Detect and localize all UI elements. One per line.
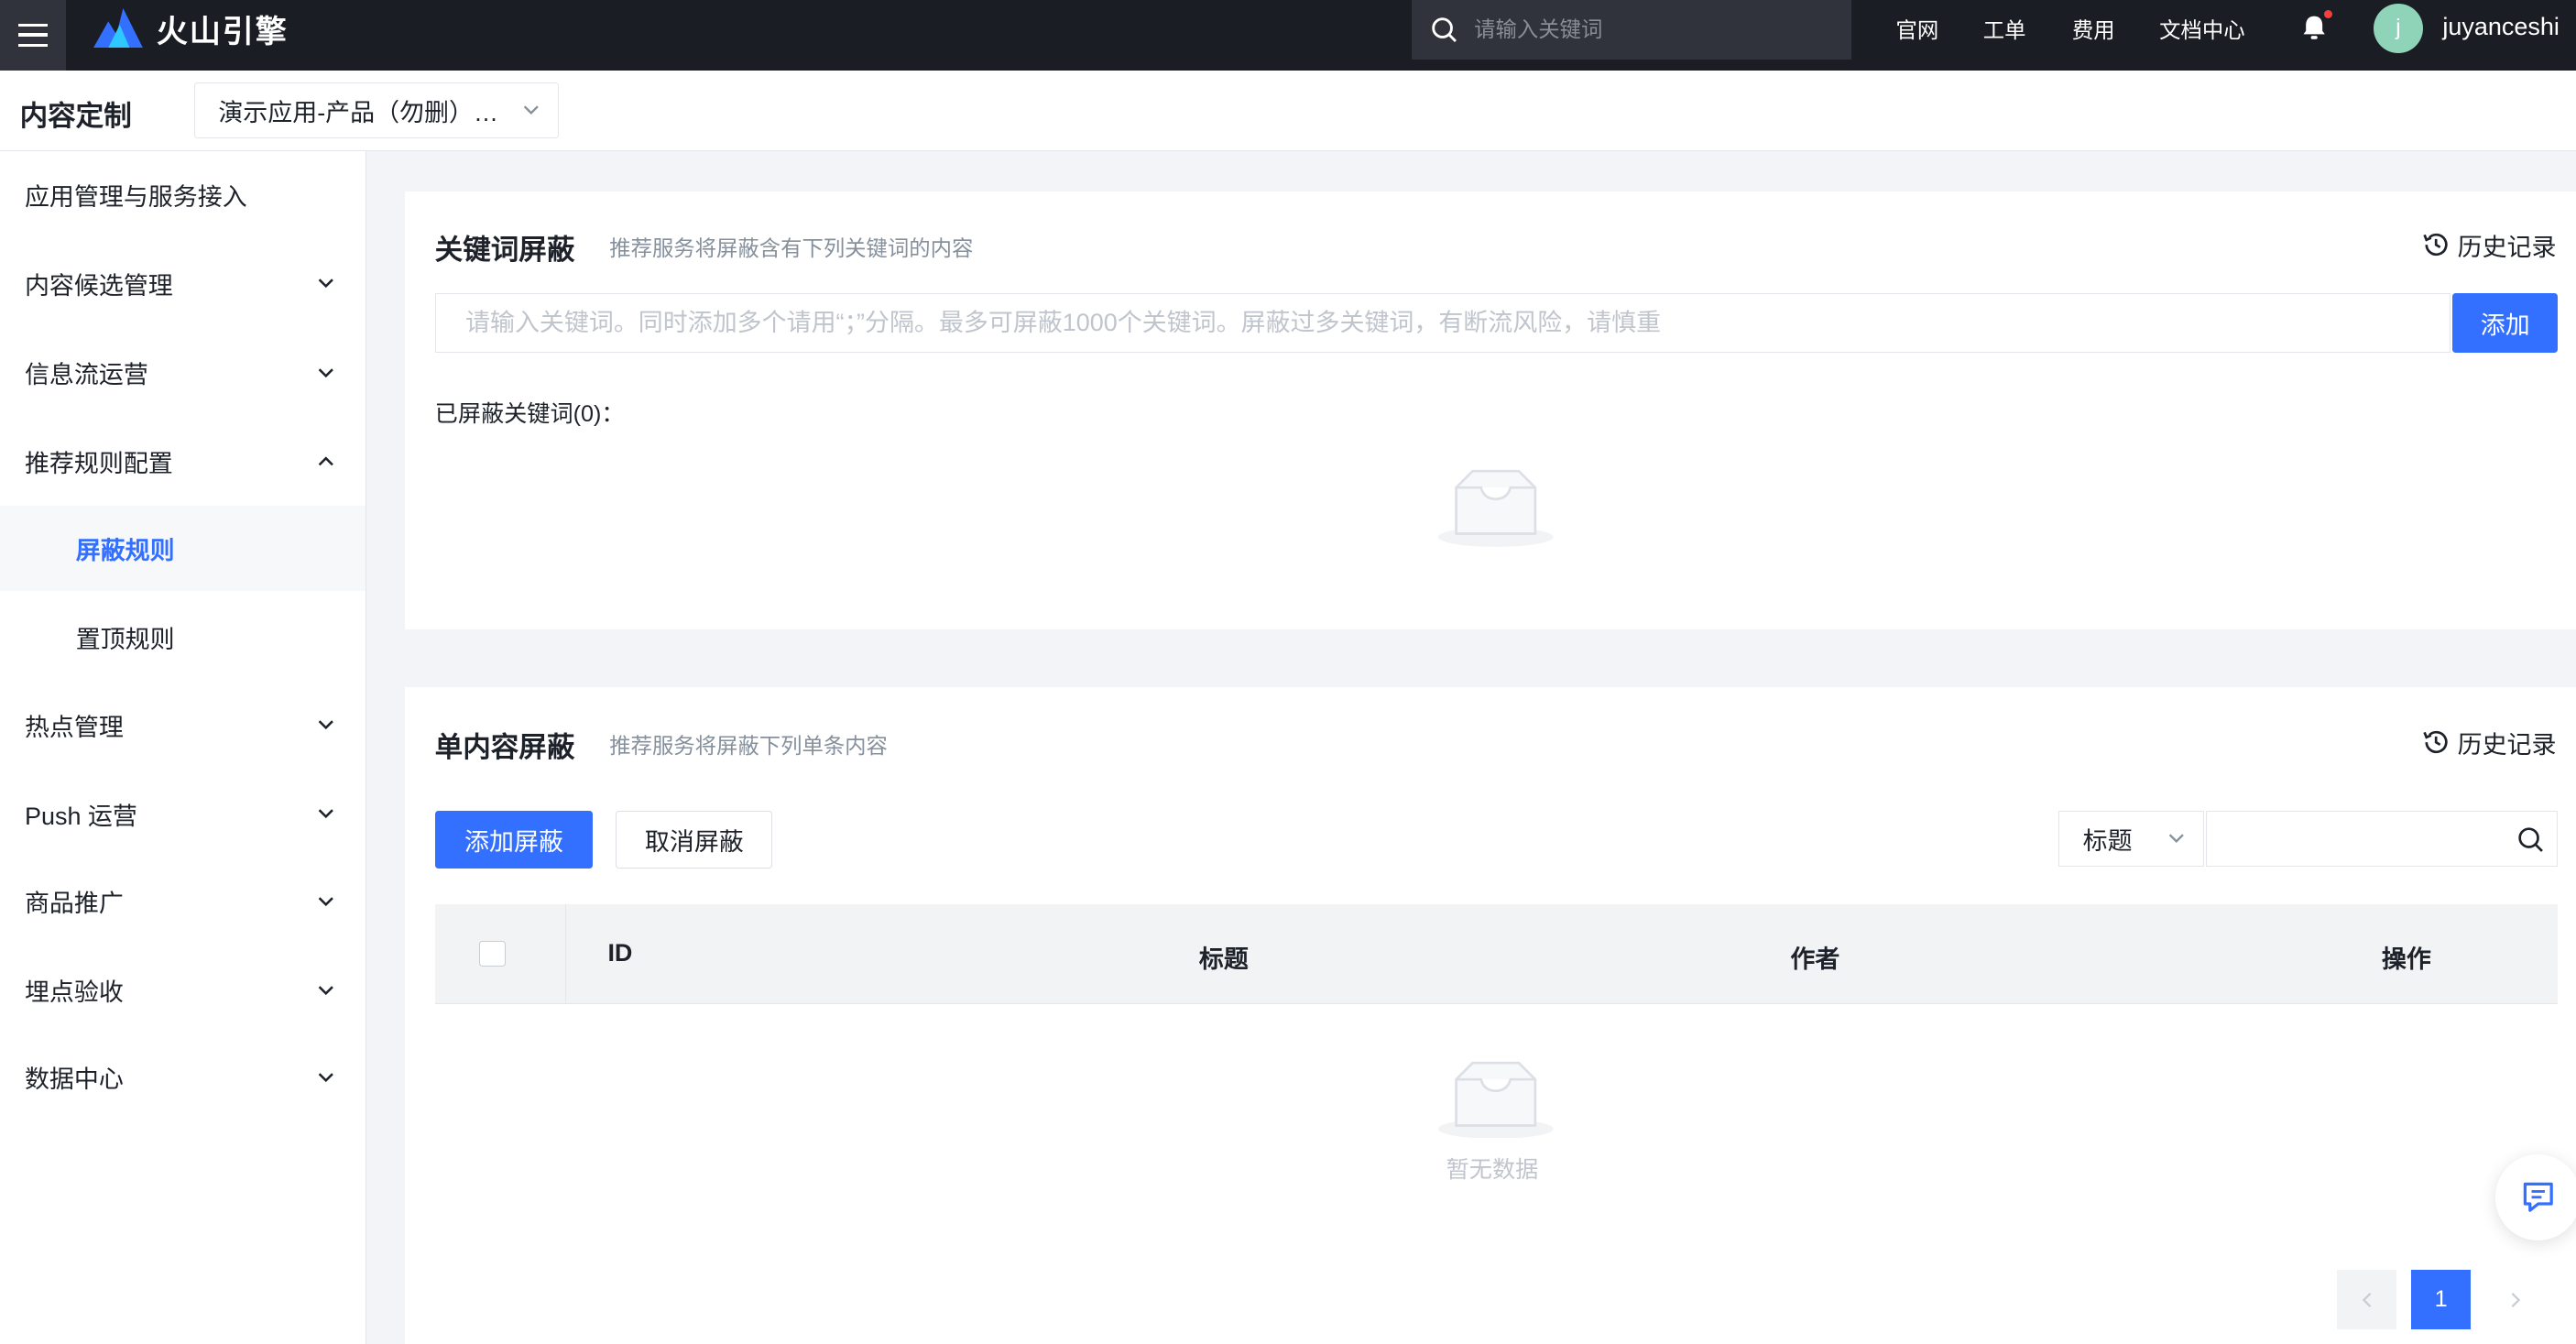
column-id[interactable]: ID — [607, 939, 632, 967]
sidebar-item-app-management[interactable]: 应用管理与服务接入 — [0, 151, 366, 236]
menu-icon — [17, 24, 49, 48]
chevron-down-icon — [318, 367, 334, 377]
sidebar-item-block-rules[interactable]: 屏蔽规则 — [0, 505, 366, 592]
global-search-input[interactable] — [1470, 16, 1807, 44]
sidebar-item-push[interactable]: Push 运营 — [0, 770, 366, 856]
filter-field-select[interactable]: 标题 — [2058, 810, 2204, 867]
filter-search-input[interactable] — [2205, 810, 2559, 867]
logo-text: 火山引擎 — [156, 14, 289, 49]
column-title[interactable]: 标题 — [1199, 939, 1249, 975]
sidebar-item-label: 屏蔽规则 — [75, 537, 175, 565]
sidebar-item-hotspot[interactable]: 热点管理 — [0, 682, 366, 767]
select-all-checkbox[interactable] — [479, 940, 506, 967]
history-icon — [2423, 234, 2448, 257]
chevron-down-icon — [318, 720, 334, 730]
chevron-up-icon — [318, 456, 334, 465]
feedback-button[interactable] — [2494, 1154, 2576, 1240]
sidebar-item-label: Push 运营 — [24, 802, 137, 830]
avatar[interactable]: j — [2373, 3, 2423, 53]
add-keyword-button[interactable]: 添加 — [2452, 293, 2559, 353]
sidebar-item-label: 推荐规则配置 — [24, 449, 173, 477]
pagination-prev[interactable] — [2337, 1270, 2397, 1329]
empty-inbox-icon — [1437, 469, 1554, 547]
sub-header: 内容定制 演示应用-产品（勿删）… — [0, 71, 2576, 151]
link-work-order[interactable]: 工单 — [1983, 13, 2026, 44]
chat-icon — [2523, 1183, 2553, 1213]
keyword-card-title: 关键词屏蔽 — [434, 235, 575, 267]
hamburger-menu-button[interactable] — [0, 0, 66, 71]
empty-inbox-icon — [1437, 1061, 1554, 1139]
empty-state-text: 暂无数据 — [1446, 1156, 1539, 1183]
global-search[interactable] — [1411, 0, 1851, 60]
chevron-down-icon — [318, 986, 334, 995]
keyword-block-card: 关键词屏蔽 推荐服务将屏蔽含有下列关键词的内容 历史记录 添加 已屏蔽关键词(0… — [405, 191, 2576, 629]
chevron-down-icon — [318, 809, 334, 819]
sidebar-item-product-promotion[interactable]: 商品推广 — [0, 858, 366, 944]
search-icon — [1432, 17, 1457, 42]
sidebar-item-rule-config[interactable]: 推荐规则配置 — [0, 419, 366, 504]
sidebar-item-label: 置顶规则 — [75, 626, 175, 654]
column-divider — [564, 904, 567, 1003]
app-selector-value: 演示应用-产品（勿删）… — [218, 98, 498, 126]
filter-field-value: 标题 — [2082, 826, 2133, 855]
keyword-history-button[interactable]: 历史记录 — [2421, 227, 2556, 263]
history-icon — [2423, 731, 2448, 754]
search-icon[interactable] — [2517, 826, 2544, 853]
pagination-page[interactable]: 1 — [2411, 1270, 2471, 1329]
chevron-down-icon — [523, 105, 539, 115]
page-title: 内容定制 — [19, 101, 132, 133]
app-selector[interactable]: 演示应用-产品（勿删）… — [194, 82, 559, 139]
sidebar-item-label: 应用管理与服务接入 — [24, 182, 247, 211]
chevron-right-icon — [2511, 1292, 2520, 1307]
sidebar-item-content-candidates[interactable]: 内容候选管理 — [0, 240, 366, 325]
sidebar-item-feed-operations[interactable]: 信息流运营 — [0, 330, 366, 415]
link-official-site[interactable]: 官网 — [1895, 13, 1938, 44]
username[interactable]: juyanceshi — [2442, 13, 2559, 41]
table-header: ID 标题 作者 操作 — [434, 904, 2559, 1004]
column-actions[interactable]: 操作 — [2382, 939, 2431, 975]
sidebar: 应用管理与服务接入 内容候选管理 信息流运营 推荐规则配置 屏蔽规则 置顶规则 … — [0, 151, 367, 1344]
history-label: 历史记录 — [2457, 234, 2557, 262]
add-block-button[interactable]: 添加屏蔽 — [434, 810, 594, 869]
history-label: 历史记录 — [2457, 731, 2557, 759]
notification-dot — [2323, 9, 2332, 18]
sidebar-item-label: 埋点验收 — [24, 978, 124, 1007]
sidebar-item-tracking-acceptance[interactable]: 埋点验收 — [0, 947, 366, 1033]
chevron-down-icon — [318, 896, 334, 906]
content-card-description: 推荐服务将屏蔽下列单条内容 — [609, 733, 888, 758]
column-author[interactable]: 作者 — [1790, 939, 1839, 975]
content-block-card: 单内容屏蔽 推荐服务将屏蔽下列单条内容 历史记录 添加屏蔽 取消屏蔽 标题 ID… — [405, 686, 2576, 1344]
sidebar-item-pin-rules[interactable]: 置顶规则 — [0, 595, 366, 680]
link-billing[interactable]: 费用 — [2072, 13, 2115, 44]
volcano-logo-icon — [93, 7, 144, 49]
blocked-keywords-label: 已屏蔽关键词(0)： — [434, 400, 625, 427]
sidebar-item-data-center[interactable]: 数据中心 — [0, 1034, 366, 1120]
content-history-button[interactable]: 历史记录 — [2421, 725, 2556, 760]
chevron-down-icon — [318, 1073, 334, 1083]
keyword-card-description: 推荐服务将屏蔽含有下列关键词的内容 — [609, 235, 974, 260]
link-docs-center[interactable]: 文档中心 — [2159, 13, 2244, 44]
chevron-down-icon — [2168, 833, 2184, 843]
chevron-left-icon — [2362, 1292, 2372, 1307]
sidebar-item-label: 数据中心 — [24, 1065, 124, 1094]
content-card-title: 单内容屏蔽 — [434, 732, 575, 764]
logo[interactable]: 火山引擎 — [93, 6, 288, 49]
top-navigation-bar: 火山引擎 官网 工单 费用 文档中心 j juyanceshi — [0, 0, 2576, 71]
cancel-block-button[interactable]: 取消屏蔽 — [616, 810, 773, 869]
pagination-next[interactable] — [2485, 1270, 2545, 1329]
sidebar-item-label: 内容候选管理 — [24, 271, 173, 300]
bell-icon[interactable] — [2299, 13, 2329, 42]
keyword-input[interactable] — [434, 293, 2451, 353]
sidebar-item-label: 商品推广 — [24, 889, 124, 917]
chevron-down-icon — [318, 279, 334, 289]
sidebar-item-label: 热点管理 — [24, 713, 124, 741]
sidebar-item-label: 信息流运营 — [24, 360, 148, 388]
